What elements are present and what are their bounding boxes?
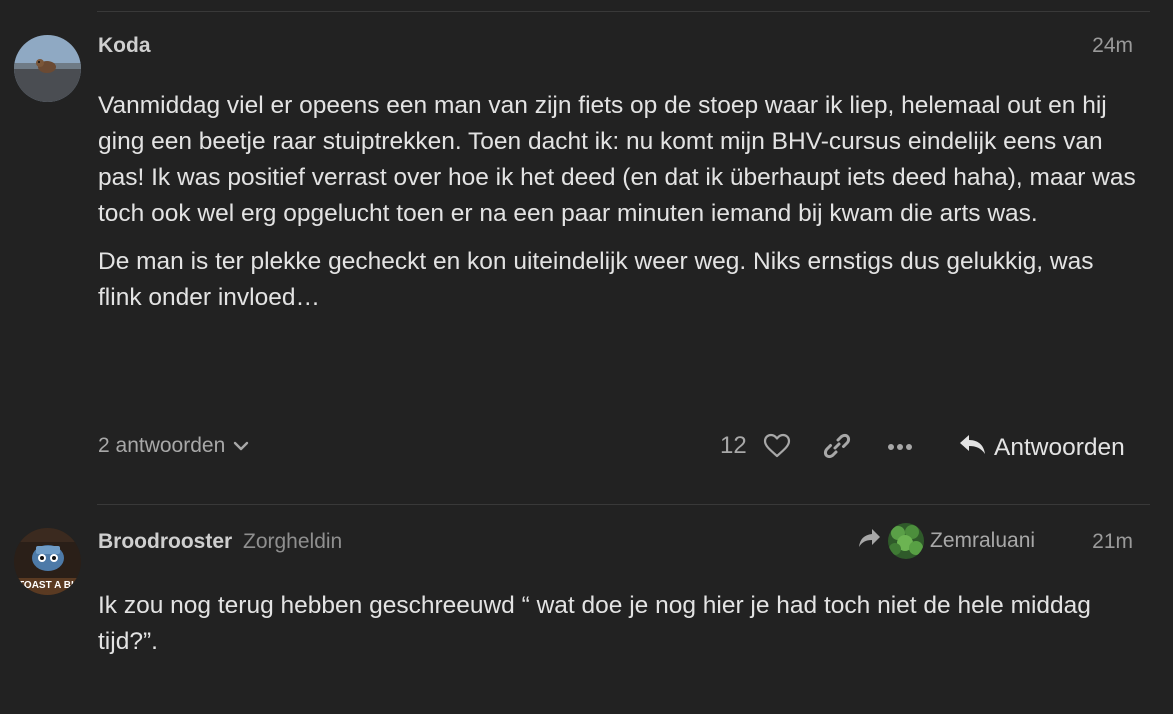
post-divider <box>97 11 1150 12</box>
share-arrow-icon <box>858 527 882 555</box>
like-count[interactable]: 12 <box>720 432 747 460</box>
user-title: Zorgheldin <box>243 530 343 553</box>
avatar[interactable]: TOAST A BI <box>14 528 81 595</box>
link-icon <box>823 432 851 465</box>
post-time[interactable]: 24m <box>1092 34 1133 58</box>
post-divider <box>97 504 1150 505</box>
post-time[interactable]: 21m <box>1092 530 1133 554</box>
more-icon <box>886 439 914 457</box>
show-replies-button[interactable]: 2 antwoorden <box>98 434 249 458</box>
post-body: Vanmiddag viel er opeens een man van zij… <box>98 88 1143 328</box>
replies-label: 2 antwoorden <box>98 434 226 457</box>
reply-icon <box>958 432 988 465</box>
username[interactable]: Koda <box>98 34 151 58</box>
more-button[interactable] <box>884 428 916 468</box>
heart-icon <box>763 433 791 464</box>
username[interactable]: Broodrooster <box>98 530 232 554</box>
avatar[interactable] <box>14 35 81 102</box>
post-body: Ik zou nog terug hebben geschreeuwd “ wa… <box>98 588 1143 672</box>
topic-stream: Koda 24m Vanmiddag viel er opeens een ma… <box>0 0 1173 714</box>
post-paragraph: Ik zou nog terug hebben geschreeuwd “ wa… <box>98 592 1091 655</box>
post-paragraph: Vanmiddag viel er opeens een man van zij… <box>98 92 1136 227</box>
reply-to-tab[interactable]: Zemraluani <box>858 523 1035 559</box>
post-actions: 2 antwoorden 12 Antwoorden <box>0 428 1173 468</box>
post-paragraph: De man is ter plekke gecheckt en kon uit… <box>98 248 1094 311</box>
reply-button[interactable]: Antwoorden <box>958 428 1125 468</box>
like-button[interactable] <box>762 428 792 468</box>
reply-to-avatar <box>888 523 924 559</box>
reply-label: Antwoorden <box>994 434 1125 461</box>
reply-to-username: Zemraluani <box>930 529 1036 552</box>
avatar-caption: TOAST A BI <box>18 580 74 591</box>
chevron-down-icon <box>233 434 249 458</box>
copy-link-button[interactable] <box>821 428 853 468</box>
